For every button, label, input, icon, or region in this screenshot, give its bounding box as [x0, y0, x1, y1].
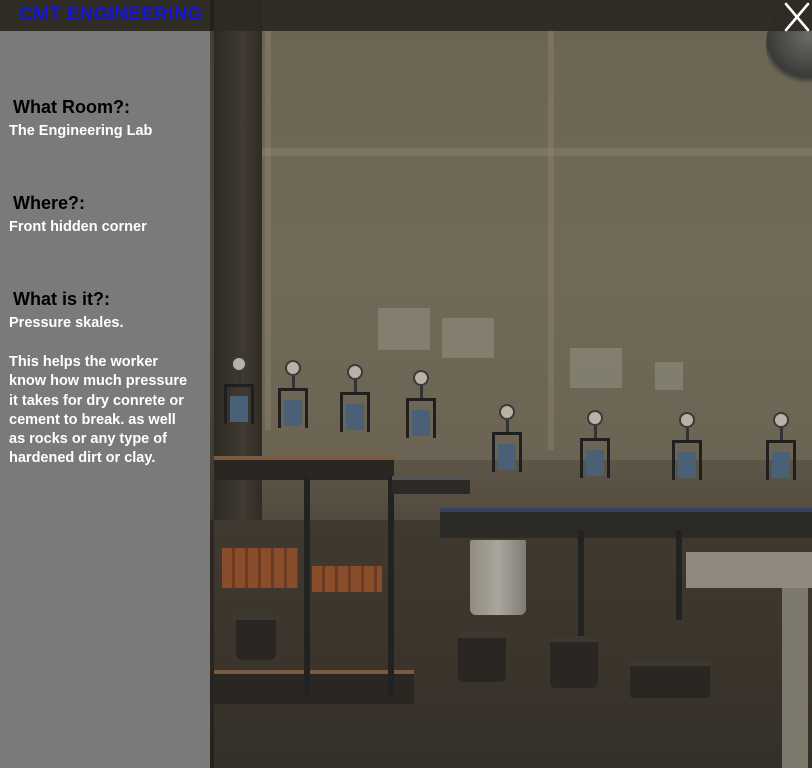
- pressure-tester: [276, 360, 310, 430]
- sample-stack: [222, 548, 298, 588]
- answer-what: Pressure skales.: [9, 315, 124, 331]
- pressure-tester: [222, 356, 256, 426]
- bench-leg: [676, 530, 682, 620]
- cart-leg: [388, 476, 394, 696]
- cart-leg: [304, 476, 310, 696]
- concrete-cylinder: [236, 614, 276, 660]
- app-title: CMT ENGINEERING: [19, 4, 203, 25]
- foreground-table: [686, 552, 812, 768]
- support-column: [214, 0, 262, 520]
- wall-notice: [442, 318, 494, 358]
- top-bar: CMT ENGINEERING: [0, 0, 812, 34]
- answer-where: Front hidden corner: [9, 219, 147, 235]
- wall-notice: [570, 348, 622, 388]
- work-bench: [440, 508, 812, 538]
- pressure-tester: [338, 364, 372, 434]
- panel-divider: [210, 0, 214, 768]
- concrete-cylinder: [458, 632, 506, 682]
- question-what: What is it?:: [13, 289, 110, 309]
- pressure-tester: [670, 412, 704, 482]
- question-room: What Room?:: [13, 97, 130, 117]
- wall-seam: [265, 30, 271, 430]
- wall-seam: [548, 30, 554, 450]
- pressure-tester: [578, 410, 612, 480]
- wall-seam: [255, 148, 812, 156]
- close-icon[interactable]: [782, 0, 812, 34]
- question-where: Where?:: [13, 193, 85, 213]
- pressure-tester: [764, 412, 798, 482]
- wall-notice: [378, 308, 430, 350]
- answer-room: The Engineering Lab: [9, 123, 153, 139]
- bench-leg: [578, 530, 584, 640]
- description-text: This helps the worker know how much pres…: [9, 354, 188, 467]
- pressure-tester: [490, 404, 524, 474]
- rolling-cart-shelf: [214, 670, 414, 704]
- pressure-tester: [404, 370, 438, 440]
- concrete-cylinder: [550, 636, 598, 688]
- side-table: [392, 476, 470, 494]
- wall-notice: [655, 362, 683, 390]
- white-bucket: [470, 540, 526, 615]
- sample-stack: [312, 566, 382, 592]
